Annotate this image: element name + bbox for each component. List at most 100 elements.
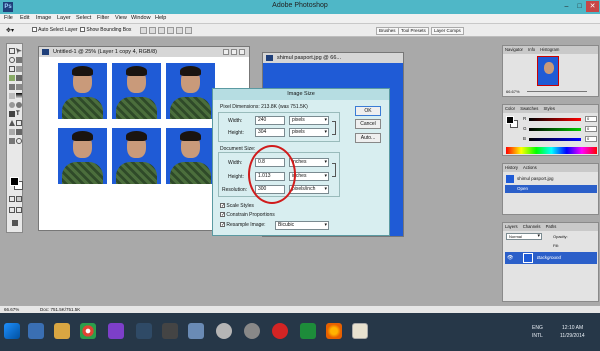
color-ramp[interactable] [506,147,597,154]
fg-color-swatch[interactable] [506,116,514,124]
resolution-unit-select[interactable]: pixels/inch [289,185,329,194]
menu-layer[interactable]: Layer [57,15,71,21]
blur-tool-icon[interactable] [9,102,15,108]
width-unit-select[interactable]: pixels [289,116,329,125]
tab-brushes[interactable]: Brushes [376,27,399,35]
tab-paths[interactable]: Paths [546,224,557,229]
doc-close-button[interactable] [239,49,245,55]
history-snapshot[interactable]: shimul pasport.jpg [505,174,597,184]
menu-file[interactable]: File [4,15,13,21]
scale-styles-checkbox[interactable] [220,203,225,209]
auto-button[interactable]: Auto... [355,133,381,143]
start-icon[interactable] [4,323,20,339]
chrome-icon[interactable] [80,323,96,339]
history-item-open[interactable]: Open [505,185,597,193]
screen-mode-icon[interactable] [9,207,15,213]
tab-layers[interactable]: Layers [505,224,518,229]
history-brush-icon[interactable] [16,84,22,90]
tray-locale[interactable]: INTL [532,333,543,339]
tray-time[interactable]: 12:10 AM [562,325,583,331]
resample-option[interactable]: Resample Image: [220,222,266,228]
monitor-icon[interactable] [188,323,204,339]
path-selection-icon[interactable] [9,111,15,117]
status-zoom[interactable]: 66.67% [4,306,19,313]
visual-studio-icon[interactable] [108,323,124,339]
blue-value[interactable]: 0 [585,136,597,142]
eraser-tool-icon[interactable] [9,93,15,99]
desktop-icon[interactable] [28,323,44,339]
layer-row-background[interactable]: 👁 Background [505,252,597,264]
brush-tool-icon[interactable] [16,75,22,81]
close-button[interactable]: ✕ [586,1,599,12]
foreground-color-swatch[interactable] [10,177,19,186]
disc-icon[interactable] [244,323,260,339]
block-icon[interactable] [272,323,288,339]
tab-swatches[interactable]: Swatches [520,106,538,111]
file-explorer-icon[interactable] [54,323,70,339]
menu-select[interactable]: Select [76,15,91,21]
blue-slider[interactable] [529,138,581,141]
width-field[interactable]: 240 [255,116,285,125]
tray-lang[interactable]: ENG [532,325,543,331]
tab-tool-presets[interactable]: Tool Presets [398,27,429,35]
lasso-tool-icon[interactable] [9,57,15,63]
auto-select-option[interactable]: Auto Select Layer [32,27,78,33]
magic-wand-icon[interactable] [16,57,22,63]
tab-styles[interactable]: Styles [544,106,555,111]
healing-brush-icon[interactable] [9,75,15,81]
auto-select-checkbox[interactable] [32,27,37,33]
gradient-tool-icon[interactable] [16,93,22,99]
document-title-bar[interactable]: Untitled-1 @ 25% (Layer 1 copy 4, RGB/8) [39,47,249,57]
eye-icon[interactable]: 👁 [507,255,513,261]
app-icon[interactable] [136,323,152,339]
resample-method-select[interactable]: Bicubic [275,221,329,230]
fullscreen-mode-icon[interactable] [16,207,22,213]
globe-icon[interactable] [300,323,316,339]
bounding-box-option[interactable]: Show Bounding Box [80,27,131,33]
bounding-box-checkbox[interactable] [80,27,85,33]
menu-view[interactable]: View [115,15,127,21]
slice-tool-icon[interactable] [16,66,22,72]
move-tool-icon[interactable]: ✥▾ [6,27,14,34]
red-slider[interactable] [529,118,581,121]
menu-help[interactable]: Help [155,15,166,21]
maximize-button[interactable]: □ [573,1,586,12]
clone-stamp-icon[interactable] [9,84,15,90]
eyedropper-icon[interactable] [16,129,22,135]
menu-filter[interactable]: Filter [97,15,109,21]
firefox-icon[interactable] [326,323,342,339]
menu-image[interactable]: Image [36,15,51,21]
green-value[interactable]: 0 [585,126,597,132]
menu-edit[interactable]: Edit [20,15,29,21]
imageready-icon[interactable] [12,220,18,226]
doc-maximize-button[interactable] [231,49,237,55]
minimize-button[interactable]: – [560,1,573,12]
tab-channels[interactable]: Channels [523,224,541,229]
quick-mask-icon[interactable] [16,196,22,202]
navigator-zoom[interactable]: 66.67% [506,89,520,94]
tab-history[interactable]: History [505,165,518,170]
shape-tool-icon[interactable] [16,120,22,126]
ok-button[interactable]: OK [355,106,381,116]
document-title-bar[interactable]: shimul pasport.jpg @ 66... [263,53,403,63]
tray-date[interactable]: 11/29/2014 [560,333,585,339]
media-icon[interactable] [162,323,178,339]
constrain-checkbox[interactable] [220,212,225,218]
menu-window[interactable]: Window [131,15,151,21]
marquee-tool-icon[interactable] [9,48,15,54]
cancel-button[interactable]: Cancel [355,119,381,129]
tab-histogram[interactable]: Histogram [540,47,559,52]
tab-navigator[interactable]: Navigator [505,47,523,52]
type-tool-icon[interactable]: T [16,111,22,117]
tab-color[interactable]: Color [505,106,515,111]
blend-mode-select[interactable]: Normal [506,233,542,240]
align-buttons[interactable] [140,27,260,34]
height-field[interactable]: 304 [255,128,285,137]
hand-tool-icon[interactable] [9,138,15,144]
notepad-icon[interactable] [352,323,368,339]
pen-tool-icon[interactable] [9,120,15,126]
tab-info[interactable]: Info [528,47,535,52]
navigator-zoom-slider[interactable] [527,91,587,92]
notes-tool-icon[interactable] [9,129,15,135]
constrain-option[interactable]: Constrain Proportions [220,212,275,218]
